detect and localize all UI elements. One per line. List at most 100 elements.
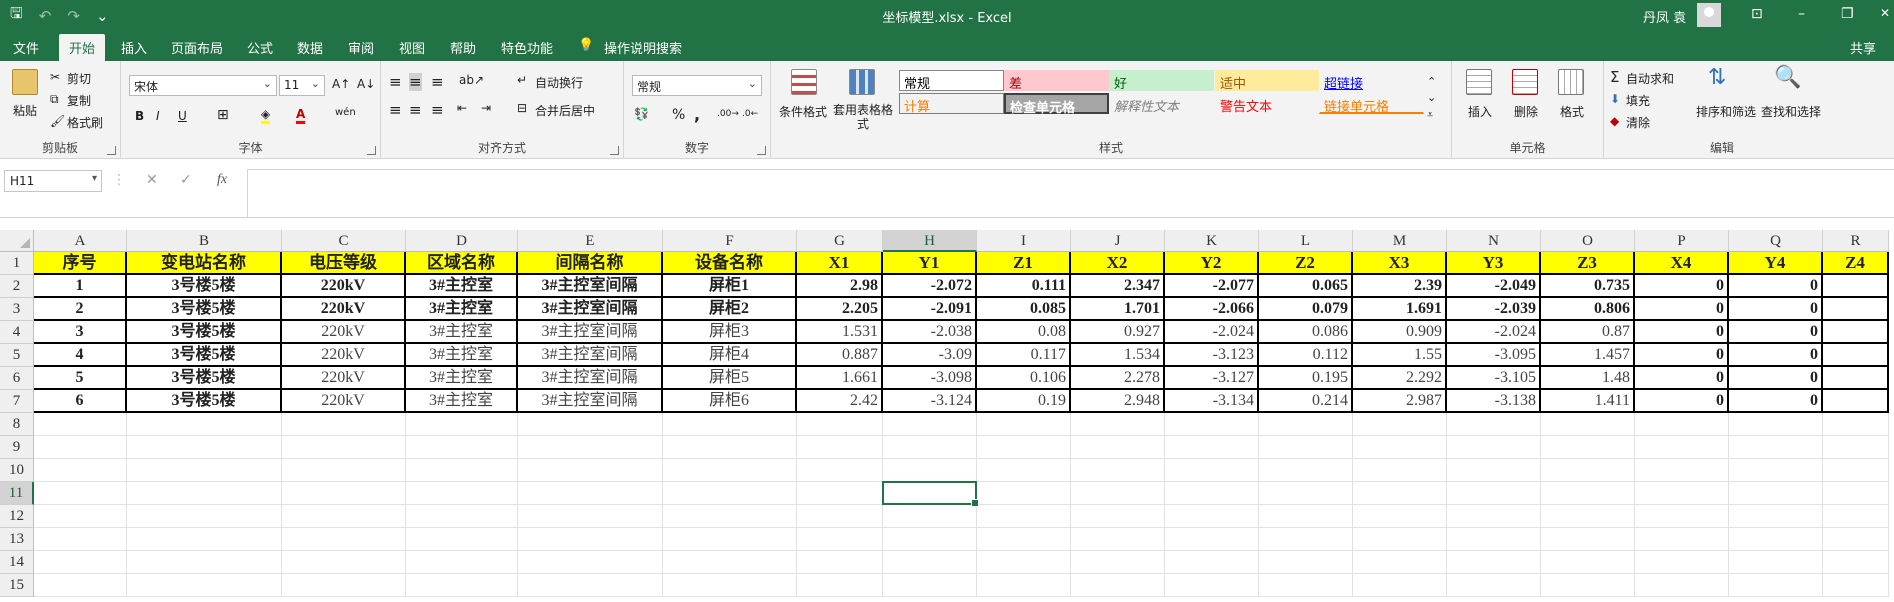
cell-i2[interactable]: 0.111 <box>977 275 1071 298</box>
cell-p8[interactable] <box>1635 413 1729 436</box>
cell-i5[interactable]: 0.117 <box>977 344 1071 367</box>
cell-a13[interactable] <box>34 528 127 551</box>
cell-f8[interactable] <box>663 413 797 436</box>
cell-a15[interactable] <box>34 574 127 597</box>
cell-l4[interactable]: 0.086 <box>1259 321 1353 344</box>
cell-j10[interactable] <box>1071 459 1165 482</box>
cell-k9[interactable] <box>1165 436 1259 459</box>
cell-e4[interactable]: 3#主控室间隔 <box>518 321 663 344</box>
format-cells-icon[interactable] <box>1558 69 1584 95</box>
cell-i9[interactable] <box>977 436 1071 459</box>
cell-r5[interactable] <box>1823 344 1889 367</box>
row-header-2[interactable]: 2 <box>0 275 34 298</box>
cancel-icon[interactable]: ✕ <box>146 172 158 188</box>
cell-i3[interactable]: 0.085 <box>977 298 1071 321</box>
cell-d10[interactable] <box>406 459 518 482</box>
cell-c7[interactable]: 220kV <box>282 390 406 413</box>
clear-button[interactable]: 清除 <box>1626 114 1650 131</box>
cell-o3[interactable]: 0.806 <box>1541 298 1635 321</box>
cell-e7[interactable]: 3#主控室间隔 <box>518 390 663 413</box>
cell-i11[interactable] <box>977 482 1071 505</box>
cell-p1[interactable]: X4 <box>1635 252 1729 275</box>
cell-l13[interactable] <box>1259 528 1353 551</box>
align-left-icon[interactable]: ≡ <box>389 101 402 119</box>
column-header-p[interactable]: P <box>1635 230 1729 252</box>
cell-c9[interactable] <box>282 436 406 459</box>
cell-l3[interactable]: 0.079 <box>1259 298 1353 321</box>
cell-d7[interactable]: 3#主控室 <box>406 390 518 413</box>
column-header-o[interactable]: O <box>1541 230 1635 252</box>
cell-e11[interactable] <box>518 482 663 505</box>
cell-k6[interactable]: -3.127 <box>1165 367 1259 390</box>
align-right-icon[interactable]: ≡ <box>431 101 444 119</box>
cell-d11[interactable] <box>406 482 518 505</box>
cell-n1[interactable]: Y3 <box>1447 252 1541 275</box>
cell-c3[interactable]: 220kV <box>282 298 406 321</box>
cell-o7[interactable]: 1.411 <box>1541 390 1635 413</box>
cell-q10[interactable] <box>1729 459 1823 482</box>
shrink-font-button[interactable]: A↓ <box>357 77 375 91</box>
cell-l8[interactable] <box>1259 413 1353 436</box>
cell-g12[interactable] <box>797 505 883 528</box>
cell-k4[interactable]: -2.024 <box>1165 321 1259 344</box>
cell-o8[interactable] <box>1541 413 1635 436</box>
cell-k2[interactable]: -2.077 <box>1165 275 1259 298</box>
cell-k5[interactable]: -3.123 <box>1165 344 1259 367</box>
find-icon[interactable]: 🔍 <box>1774 65 1801 90</box>
cell-d14[interactable] <box>406 551 518 574</box>
cell-p2[interactable]: 0 <box>1635 275 1729 298</box>
clipboard-launcher-icon[interactable] <box>107 146 116 155</box>
cell-m14[interactable] <box>1353 551 1447 574</box>
cell-b5[interactable]: 3号楼5楼 <box>127 344 282 367</box>
cell-j1[interactable]: X2 <box>1071 252 1165 275</box>
active-cell-selection[interactable] <box>882 481 979 507</box>
cell-i14[interactable] <box>977 551 1071 574</box>
cell-i10[interactable] <box>977 459 1071 482</box>
align-top-icon[interactable]: ≡ <box>389 73 402 91</box>
wrap-text-button[interactable]: 自动换行 <box>535 74 583 91</box>
font-name-combo[interactable]: 宋体 ⌄ <box>129 75 277 96</box>
format-painter-icon[interactable]: 🖌 <box>50 114 65 128</box>
grow-font-button[interactable]: A↑ <box>332 77 350 91</box>
cell-j6[interactable]: 2.278 <box>1071 367 1165 390</box>
cell-h8[interactable] <box>883 413 977 436</box>
format-as-table-icon[interactable] <box>849 69 875 95</box>
cell-d12[interactable] <box>406 505 518 528</box>
column-header-h[interactable]: H <box>883 230 977 252</box>
cell-g7[interactable]: 2.42 <box>797 390 883 413</box>
cell-b11[interactable] <box>127 482 282 505</box>
cell-n4[interactable]: -2.024 <box>1447 321 1541 344</box>
cell-p15[interactable] <box>1635 574 1729 597</box>
cell-j14[interactable] <box>1071 551 1165 574</box>
cell-o11[interactable] <box>1541 482 1635 505</box>
cell-p7[interactable]: 0 <box>1635 390 1729 413</box>
eraser-icon[interactable]: ◆ <box>1610 114 1619 128</box>
cell-k14[interactable] <box>1165 551 1259 574</box>
align-middle-icon[interactable]: ≡ <box>409 73 422 91</box>
cell-j15[interactable] <box>1071 574 1165 597</box>
cell-l6[interactable]: 0.195 <box>1259 367 1353 390</box>
cell-r14[interactable] <box>1823 551 1889 574</box>
cell-g3[interactable]: 2.205 <box>797 298 883 321</box>
cell-d13[interactable] <box>406 528 518 551</box>
cell-m6[interactable]: 2.292 <box>1353 367 1447 390</box>
cell-g1[interactable]: X1 <box>797 252 883 275</box>
cell-i1[interactable]: Z1 <box>977 252 1071 275</box>
cell-n13[interactable] <box>1447 528 1541 551</box>
cell-j3[interactable]: 1.701 <box>1071 298 1165 321</box>
cell-r3[interactable] <box>1823 298 1889 321</box>
cell-e9[interactable] <box>518 436 663 459</box>
cell-r11[interactable] <box>1823 482 1889 505</box>
cell-l2[interactable]: 0.065 <box>1259 275 1353 298</box>
cell-f6[interactable]: 屏柜5 <box>663 367 797 390</box>
cell-p14[interactable] <box>1635 551 1729 574</box>
cell-m2[interactable]: 2.39 <box>1353 275 1447 298</box>
cell-g2[interactable]: 2.98 <box>797 275 883 298</box>
column-header-f[interactable]: F <box>663 230 797 252</box>
cell-r4[interactable] <box>1823 321 1889 344</box>
cell-l11[interactable] <box>1259 482 1353 505</box>
cell-a3[interactable]: 2 <box>34 298 127 321</box>
row-header-15[interactable]: 15 <box>0 574 34 597</box>
cell-d4[interactable]: 3#主控室 <box>406 321 518 344</box>
cell-m8[interactable] <box>1353 413 1447 436</box>
